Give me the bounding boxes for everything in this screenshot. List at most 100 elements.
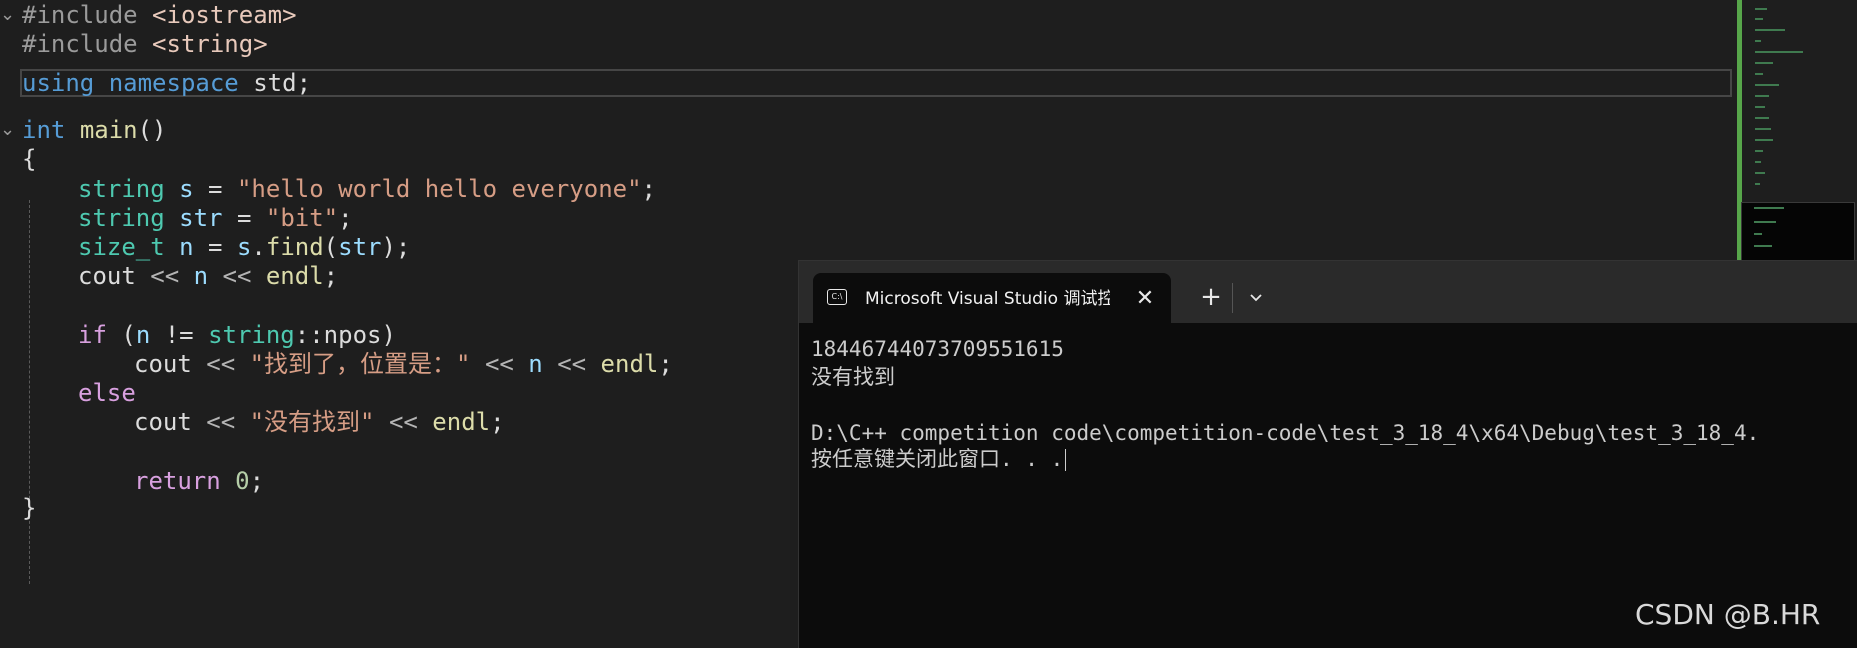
- operator: <<: [191, 408, 250, 436]
- terminal-prompt-line: 按任意键关闭此窗口. . .: [811, 445, 1067, 473]
- number-literal: 0: [235, 467, 250, 495]
- punctuation: ;: [323, 262, 339, 290]
- minimap-line: [1755, 117, 1769, 119]
- minimap-line: [1755, 84, 1779, 86]
- minimap-line: [1754, 233, 1762, 235]
- include-header: <string>: [152, 30, 268, 58]
- namespace-name: std: [253, 69, 297, 97]
- punctuation: .: [251, 233, 266, 261]
- operator: <<: [191, 350, 250, 378]
- type-name: string: [208, 321, 295, 349]
- minimap-line: [1755, 95, 1769, 97]
- close-icon[interactable]: ✕: [1131, 285, 1159, 313]
- variable: n: [135, 321, 151, 349]
- operator: <<: [208, 262, 266, 290]
- operator: <<: [542, 350, 601, 378]
- preprocessor-directive: #include: [22, 30, 138, 58]
- code-line-include-string[interactable]: #include <string>: [22, 27, 268, 61]
- control-keyword: if: [78, 321, 107, 349]
- string-literal: "找到了，位置是：": [249, 350, 471, 378]
- return-type: int: [22, 116, 66, 144]
- include-header: <iostream>: [152, 1, 297, 29]
- variable: s: [179, 175, 194, 203]
- operator: <<: [135, 262, 194, 290]
- tab-divider: [1232, 283, 1233, 313]
- manipulator: endl: [432, 408, 491, 436]
- stream-object: cout: [134, 408, 192, 436]
- operator: !=: [150, 321, 209, 349]
- operator: =: [193, 233, 237, 261]
- code-line-return[interactable]: return 0;: [134, 464, 264, 498]
- fold-marker[interactable]: ⌄: [0, 0, 15, 32]
- operator: <<: [470, 350, 529, 378]
- minimap-viewport[interactable]: [1741, 202, 1855, 264]
- string-literal: "没有找到": [249, 408, 375, 436]
- punctuation: ;: [658, 350, 673, 378]
- code-line-open-brace[interactable]: {: [22, 142, 36, 176]
- minimap-line: [1755, 128, 1771, 130]
- minimap-line: [1755, 172, 1765, 174]
- minimap-line: [1755, 51, 1803, 53]
- minimap-line: [1755, 183, 1760, 185]
- terminal-app-icon: C:\: [827, 289, 847, 305]
- code-line-cout-found[interactable]: cout << "找到了，位置是：" << n << endl;: [134, 347, 673, 381]
- fold-marker[interactable]: ⌄: [0, 113, 15, 147]
- minimap-line: [1755, 8, 1767, 10]
- chevron-down-icon[interactable]: [1241, 279, 1271, 315]
- type-name: string: [78, 175, 165, 203]
- punctuation: ;: [490, 408, 505, 436]
- minimap-line: [1755, 62, 1773, 64]
- code-line-main-signature[interactable]: int main(): [22, 113, 167, 147]
- terminal-output-line: 没有找到: [811, 365, 895, 389]
- variable: s: [236, 233, 252, 261]
- variable: n: [193, 262, 209, 290]
- watermark: CSDN @B.HR: [1635, 598, 1821, 631]
- terminal-tab[interactable]: C:\ Microsoft Visual Studio 调试控 ✕: [813, 273, 1171, 323]
- minimap-line: [1755, 161, 1761, 163]
- text-cursor: [1065, 449, 1067, 471]
- minimap-line: [1755, 18, 1763, 20]
- punctuation: );: [381, 233, 411, 261]
- operator: <<: [374, 408, 433, 436]
- minimap-line: [1755, 150, 1763, 152]
- tab-title: Microsoft Visual Studio 调试控: [865, 289, 1110, 309]
- keyword: namespace: [108, 69, 239, 97]
- variable: str: [179, 204, 223, 232]
- punctuation: ;: [641, 175, 656, 203]
- terminal-prompt-text: 按任意键关闭此窗口. . .: [811, 447, 1064, 471]
- punctuation: ;: [296, 69, 312, 97]
- code-line-cout-not-found[interactable]: cout << "没有找到" << endl;: [134, 405, 505, 439]
- control-keyword: return: [134, 467, 221, 495]
- punctuation: ): [381, 321, 396, 349]
- punctuation: ;: [249, 467, 265, 495]
- method-name: find: [265, 233, 324, 261]
- minimap-line: [1754, 207, 1784, 209]
- type-name: string: [78, 204, 165, 232]
- terminal-output-line: 18446744073709551615: [811, 337, 1064, 361]
- code-line-close-brace[interactable]: }: [22, 491, 36, 525]
- terminal-output-line: D:\C++ competition code\competition-code…: [811, 421, 1760, 445]
- minimap-line: [1755, 73, 1763, 75]
- minimap-line: [1755, 40, 1761, 42]
- string-literal: "bit": [265, 204, 339, 232]
- scope-member: ::npos: [294, 321, 382, 349]
- variable: str: [338, 233, 382, 261]
- new-tab-button[interactable]: +: [1191, 279, 1231, 315]
- control-keyword: else: [78, 379, 136, 407]
- punctuation: (): [137, 116, 167, 144]
- minimap-line: [1754, 245, 1772, 247]
- code-line-using-namespace[interactable]: using namespace std;: [22, 66, 311, 100]
- code-minimap[interactable]: [1737, 0, 1857, 264]
- code-line-cout-n[interactable]: cout << n << endl;: [78, 259, 338, 293]
- minimap-line: [1755, 139, 1773, 141]
- code-line-else[interactable]: else: [78, 376, 136, 410]
- type-name: size_t: [78, 233, 165, 261]
- minimap-line: [1754, 221, 1776, 223]
- stream-object: cout: [134, 350, 192, 378]
- punctuation: (: [323, 233, 339, 261]
- stream-object: cout: [78, 262, 136, 290]
- terminal-window[interactable]: C:\ Microsoft Visual Studio 调试控 ✕ + 1844…: [798, 260, 1857, 648]
- string-literal: "hello world hello everyone": [236, 175, 642, 203]
- punctuation: (: [106, 321, 136, 349]
- variable: n: [528, 350, 543, 378]
